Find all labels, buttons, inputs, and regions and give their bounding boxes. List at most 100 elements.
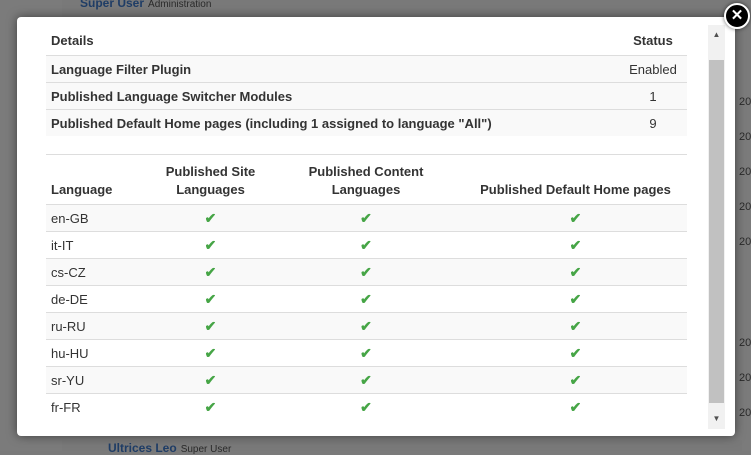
site-language-cell: ✔	[153, 258, 268, 286]
language-row: fr-FR ✔ ✔ ✔	[46, 393, 687, 420]
check-icon: ✔	[569, 263, 582, 280]
background-item-subtitle: Super User	[180, 444, 232, 455]
language-row: it-IT ✔ ✔ ✔	[46, 231, 687, 259]
summary-value: Enabled	[619, 55, 687, 83]
content-language-cell: ✔	[268, 231, 464, 259]
language-row: cs-CZ ✔ ✔ ✔	[46, 258, 687, 286]
scroll-down-arrow-icon[interactable]: ▼	[708, 412, 725, 426]
site-language-cell: ✔	[153, 366, 268, 394]
summary-value: 9	[619, 109, 687, 136]
content-language-cell: ✔	[268, 393, 464, 420]
language-code: sr-YU	[46, 366, 153, 394]
check-icon: ✔	[360, 209, 372, 226]
home-page-cell: ✔	[464, 312, 687, 340]
language-row: de-DE ✔ ✔ ✔	[46, 285, 687, 313]
check-icon: ✔	[204, 290, 217, 307]
content-language-cell: ✔	[268, 204, 464, 232]
check-icon: ✔	[360, 290, 372, 307]
summary-value: 1	[619, 82, 687, 110]
check-icon: ✔	[360, 398, 372, 415]
summary-header-row: Details Status	[46, 25, 687, 56]
language-row: ru-RU ✔ ✔ ✔	[46, 312, 687, 340]
status-header: Status	[633, 32, 673, 48]
site-language-cell: ✔	[153, 204, 268, 232]
check-icon: ✔	[360, 317, 372, 334]
summary-row: Language Filter Plugin Enabled	[46, 55, 687, 83]
check-icon: ✔	[204, 344, 217, 361]
background-item-title: Ultrices Leo Super User	[108, 441, 231, 455]
site-languages-header-line1: Published Site	[165, 164, 256, 179]
home-page-cell: ✔	[464, 285, 687, 313]
check-icon: ✔	[360, 263, 372, 280]
site-language-cell: ✔	[153, 312, 268, 340]
languages-table: Language Published Site Languages Publish…	[46, 154, 687, 420]
background-item-title: Super User Administration	[80, 0, 211, 10]
summary-label: Language Filter Plugin	[46, 55, 619, 83]
check-icon: ✔	[204, 236, 217, 253]
summary-label: Published Default Home pages (including …	[46, 109, 619, 136]
check-icon: ✔	[569, 398, 582, 415]
language-code: fr-FR	[46, 393, 153, 420]
background-date: 20	[739, 96, 751, 108]
modal-scrollbar[interactable]: ▲ ▼	[708, 25, 725, 429]
check-icon: ✔	[204, 317, 217, 334]
home-page-cell: ✔	[464, 204, 687, 232]
summary-table: Details Status Language Filter Plugin En…	[46, 25, 687, 136]
check-icon: ✔	[204, 398, 217, 415]
content-languages-header: Published Content Languages	[308, 164, 424, 197]
home-pages-header: Published Default Home pages	[480, 182, 671, 197]
site-language-cell: ✔	[153, 285, 268, 313]
content-language-cell: ✔	[268, 312, 464, 340]
background-date: 20	[739, 236, 751, 248]
modal-body[interactable]: Details Status Language Filter Plugin En…	[46, 25, 687, 429]
check-icon: ✔	[569, 371, 582, 388]
background-item-name: Super User	[80, 0, 145, 10]
language-row: hu-HU ✔ ✔ ✔	[46, 339, 687, 367]
home-page-cell: ✔	[464, 366, 687, 394]
check-icon: ✔	[360, 344, 372, 361]
content-language-cell: ✔	[268, 285, 464, 313]
multilanguage-status-modal: Details Status Language Filter Plugin En…	[17, 17, 735, 436]
site-languages-header: Published Site Languages	[153, 155, 268, 205]
content-language-cell: ✔	[268, 258, 464, 286]
language-code: en-GB	[46, 204, 153, 232]
background-date: 20	[739, 166, 751, 178]
language-code: it-IT	[46, 231, 153, 259]
scrollbar-thumb[interactable]	[709, 60, 724, 403]
check-icon: ✔	[569, 236, 582, 253]
language-code: de-DE	[46, 285, 153, 313]
check-icon: ✔	[204, 371, 217, 388]
languages-header-row: Language Published Site Languages Publish…	[46, 155, 687, 205]
check-icon: ✔	[360, 371, 372, 388]
close-modal-button[interactable]: ✕	[724, 3, 750, 29]
background-date: 20	[739, 201, 751, 213]
language-code: cs-CZ	[46, 258, 153, 286]
close-icon: ✕	[730, 7, 744, 24]
background-item-name: Ultrices Leo	[108, 441, 177, 455]
content-language-cell: ✔	[268, 366, 464, 394]
site-languages-header-line2: Languages	[176, 182, 245, 197]
language-header: Language	[51, 182, 113, 197]
language-row: sr-YU ✔ ✔ ✔	[46, 366, 687, 394]
details-header: Details	[51, 32, 94, 48]
background-item-subtitle: Administration	[148, 0, 212, 10]
scroll-up-arrow-icon[interactable]: ▲	[708, 28, 725, 42]
site-language-cell: ✔	[153, 339, 268, 367]
check-icon: ✔	[569, 209, 582, 226]
check-icon: ✔	[360, 236, 372, 253]
home-page-cell: ✔	[464, 393, 687, 420]
summary-row: Published Default Home pages (including …	[46, 109, 687, 136]
site-language-cell: ✔	[153, 231, 268, 259]
check-icon: ✔	[204, 263, 217, 280]
background-date: 20	[739, 131, 751, 143]
home-page-cell: ✔	[464, 231, 687, 259]
background-date: 20	[739, 407, 751, 419]
language-code: hu-HU	[46, 339, 153, 367]
content-language-cell: ✔	[268, 339, 464, 367]
check-icon: ✔	[569, 344, 582, 361]
background-date: 20	[739, 372, 751, 384]
summary-label: Published Language Switcher Modules	[46, 82, 619, 110]
home-page-cell: ✔	[464, 339, 687, 367]
check-icon: ✔	[204, 209, 217, 226]
summary-row: Published Language Switcher Modules 1	[46, 82, 687, 110]
